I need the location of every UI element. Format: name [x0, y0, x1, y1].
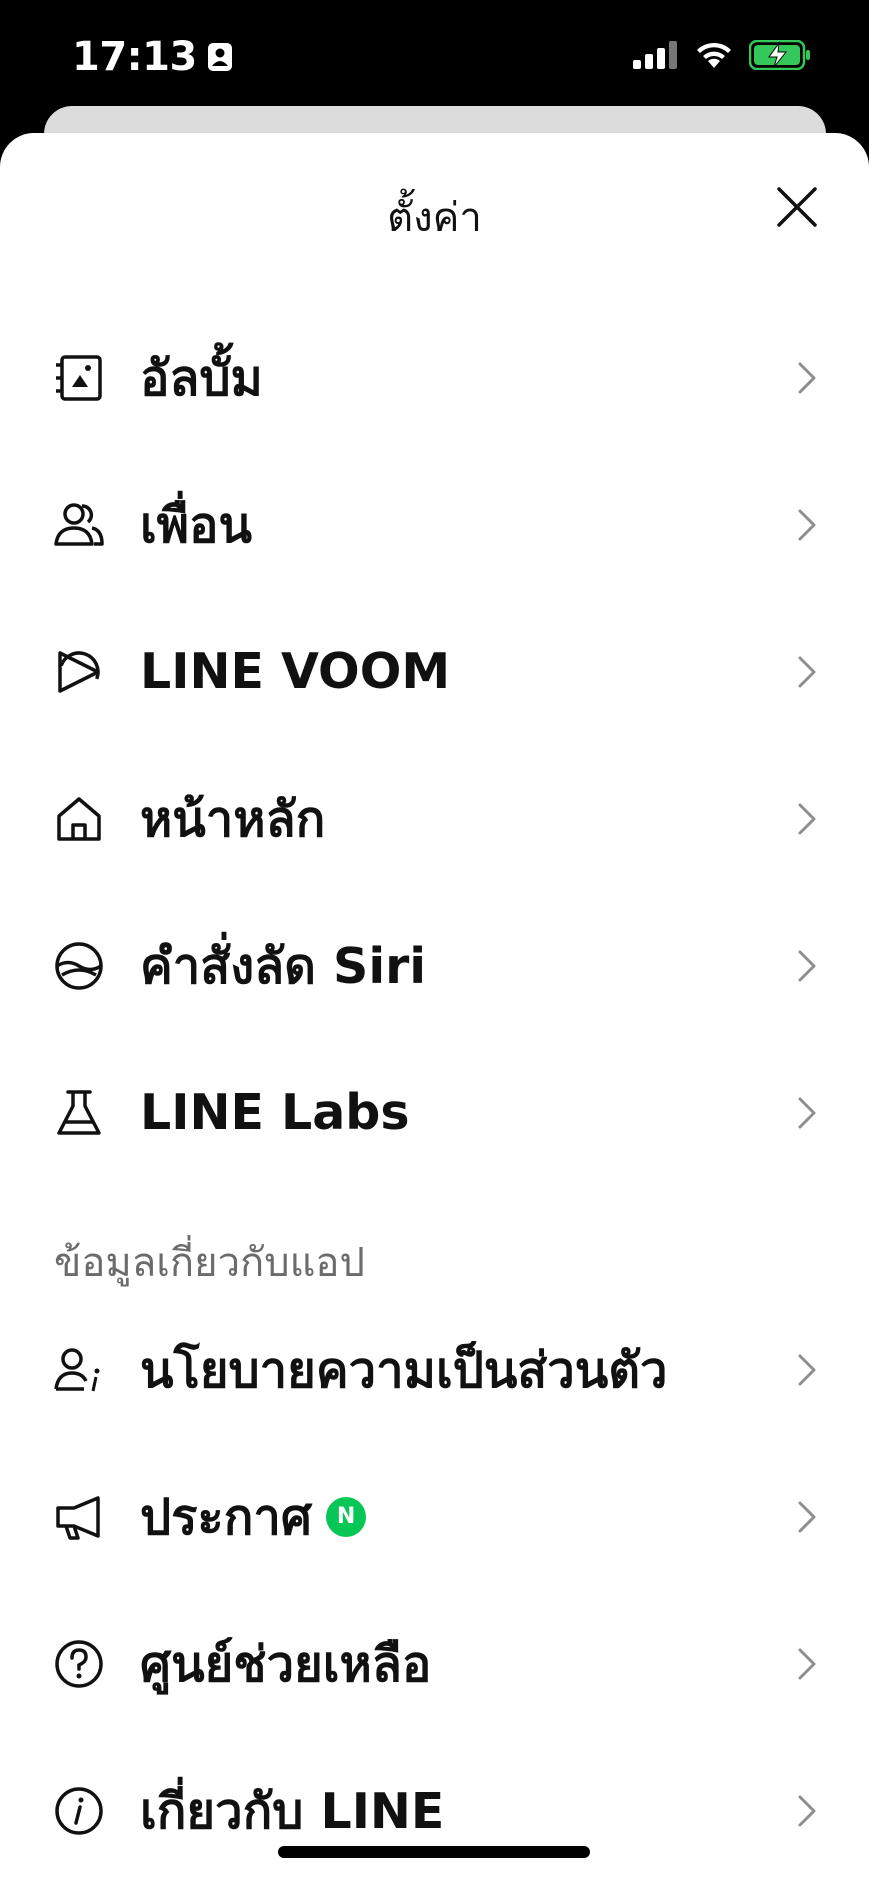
settings-item-label: คำสั่งลัด Siri [140, 937, 427, 995]
chevron-right-icon [798, 362, 816, 393]
chevron-right-icon [798, 1648, 816, 1679]
sheet-header: ตั้งค่า [0, 133, 869, 283]
info-icon [52, 1784, 106, 1838]
announcements-label-text: ประกาศ [140, 1488, 313, 1546]
chevron-right-icon [798, 1097, 816, 1128]
friends-icon [52, 498, 106, 552]
new-badge: N [326, 1496, 367, 1537]
settings-sheet: ตั้งค่า อัลบั้ม เพื่อน LINE VOOM หน้าหลั… [0, 133, 869, 1882]
status-time: 17:13 [72, 34, 233, 80]
settings-item-label: อัลบั้ม [140, 349, 263, 407]
home-icon [52, 792, 106, 846]
settings-item-album[interactable]: อัลบั้ม [0, 304, 869, 451]
voom-icon [52, 645, 106, 699]
settings-item-privacy-policy[interactable]: นโยบายความเป็นส่วนตัว [0, 1296, 869, 1443]
chevron-right-icon [798, 1501, 816, 1532]
settings-item-friends[interactable]: เพื่อน [0, 451, 869, 598]
settings-item-home[interactable]: หน้าหลัก [0, 745, 869, 892]
section-header-label: ข้อมูลเกี่ยวกับแอป [54, 1240, 365, 1286]
privacy-icon [52, 1343, 106, 1397]
status-bar: 17:13 [0, 0, 869, 110]
settings-list: อัลบั้ม เพื่อน LINE VOOM หน้าหลัก คำสั่ง… [0, 304, 869, 1882]
chevron-right-icon [798, 1795, 816, 1826]
settings-item-announcements[interactable]: ประกาศ N [0, 1443, 869, 1590]
megaphone-icon [52, 1490, 106, 1544]
settings-item-label: เกี่ยวกับ LINE [140, 1782, 445, 1840]
chevron-right-icon [798, 656, 816, 687]
settings-item-label: เพื่อน [140, 496, 252, 554]
battery-charging-icon [749, 40, 810, 70]
home-indicator[interactable] [278, 1846, 590, 1858]
cellular-signal-icon [633, 41, 677, 69]
settings-item-line-voom[interactable]: LINE VOOM [0, 598, 869, 745]
wifi-icon [697, 42, 731, 68]
close-button[interactable] [773, 183, 821, 231]
contact-card-icon [207, 43, 232, 71]
settings-item-help-center[interactable]: ศูนย์ช่วยเหลือ [0, 1590, 869, 1737]
settings-item-line-labs[interactable]: LINE Labs [0, 1039, 869, 1186]
chevron-right-icon [798, 509, 816, 540]
settings-item-siri-shortcuts[interactable]: คำสั่งลัด Siri [0, 892, 869, 1039]
page-title: ตั้งค่า [387, 195, 482, 241]
settings-item-label: ศูนย์ช่วยเหลือ [140, 1635, 432, 1693]
siri-shortcut-icon [52, 939, 106, 993]
section-header-app-info: ข้อมูลเกี่ยวกับแอป [0, 1186, 869, 1296]
status-time-text: 17:13 [72, 34, 197, 80]
chevron-right-icon [798, 950, 816, 981]
chevron-right-icon [798, 1354, 816, 1385]
settings-item-label: ประกาศ N [140, 1478, 367, 1556]
chevron-right-icon [798, 803, 816, 834]
settings-item-about-line[interactable]: เกี่ยวกับ LINE [0, 1737, 869, 1882]
flask-icon [52, 1086, 106, 1140]
status-indicators [633, 40, 811, 70]
settings-item-label: นโยบายความเป็นส่วนตัว [140, 1341, 668, 1399]
settings-item-label: LINE VOOM [140, 643, 451, 700]
settings-item-label: LINE Labs [140, 1084, 410, 1141]
album-icon [52, 351, 106, 405]
help-icon [52, 1637, 106, 1691]
settings-item-label: หน้าหลัก [140, 790, 326, 848]
